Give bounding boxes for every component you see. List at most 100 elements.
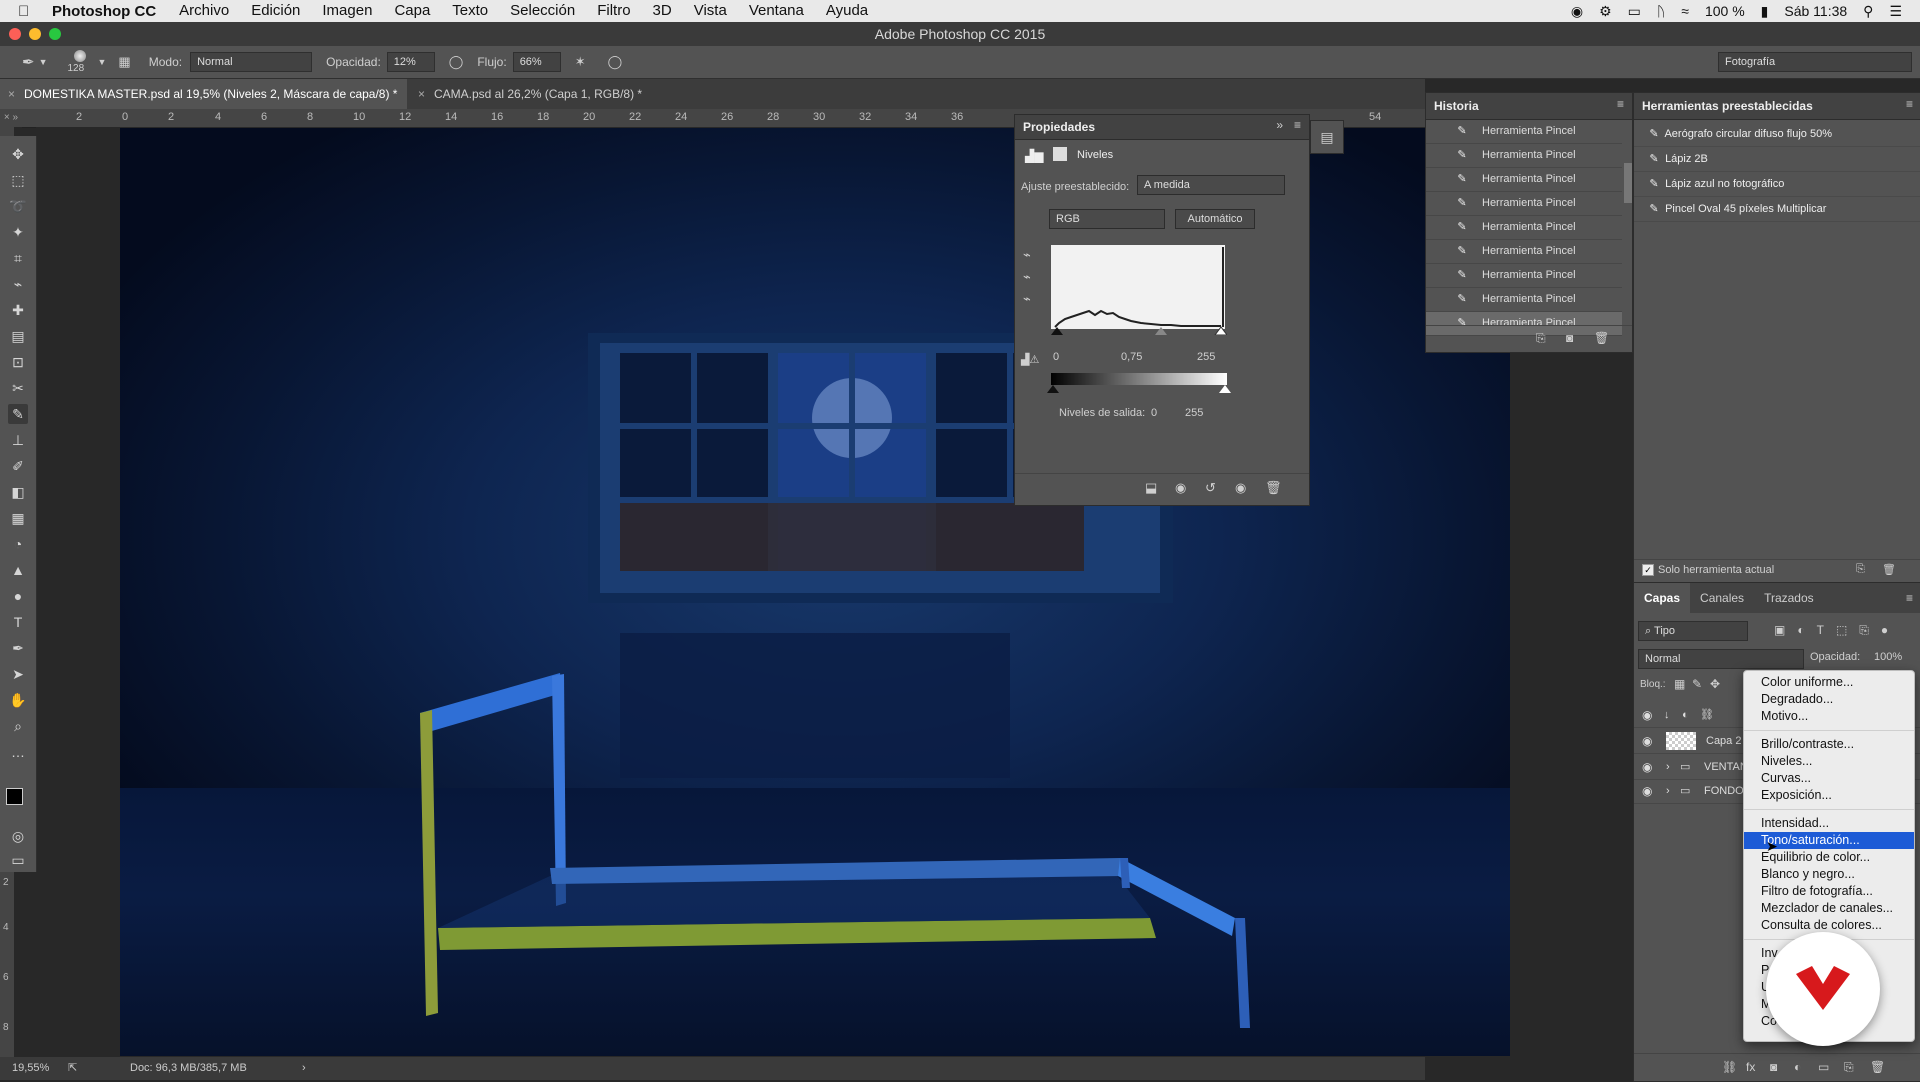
blur-tool-icon[interactable]: ◔ — [8, 534, 28, 554]
eye-icon[interactable]: ◉ — [1642, 729, 1652, 753]
tab-cama[interactable]: × CAMA.psd al 26,2% (Capa 1, RGB/8) * — [410, 79, 652, 109]
menu-capa[interactable]: Capa — [383, 0, 441, 22]
history-item[interactable]: ✎ Herramienta Pincel — [1426, 264, 1622, 288]
menu-item[interactable]: Intensidad... — [1744, 815, 1914, 832]
minimize-window-button[interactable] — [29, 28, 41, 40]
history-item[interactable]: ✎ Herramienta Pincel — [1426, 120, 1622, 144]
trash-icon[interactable]: 🗑 — [1594, 331, 1609, 345]
preset-item[interactable]: ✎ Pincel Oval 45 píxeles Multiplicar — [1634, 197, 1920, 222]
link-icon[interactable]: ⛓ — [1700, 703, 1714, 727]
marquee-tool-icon[interactable]: ⬚ — [8, 170, 28, 190]
new-adjustment-icon[interactable]: ◐ — [1794, 1060, 1801, 1074]
eye-icon[interactable]: ◉ — [1642, 755, 1652, 779]
bluetooth-icon[interactable]: ᚢ — [1657, 3, 1665, 19]
trash-icon[interactable]: 🗑 — [1870, 1060, 1885, 1074]
add-mask-icon[interactable]: ◙ — [1770, 1060, 1777, 1074]
history-item[interactable]: ✎ Herramienta Pincel — [1426, 216, 1622, 240]
menu-item[interactable]: Degradado... — [1744, 691, 1914, 708]
chevron-right-icon[interactable]: › — [1666, 755, 1670, 779]
opacity-field[interactable]: 12% — [386, 52, 435, 72]
foreground-color-swatch[interactable] — [6, 788, 23, 805]
spotlight-icon[interactable]: ⚲ — [1863, 3, 1873, 20]
lasso-tool-icon[interactable]: ➰ — [8, 196, 28, 216]
menu-item[interactable]: Exposición... — [1744, 787, 1914, 804]
move-tool-icon[interactable]: ✥ — [8, 144, 28, 164]
panel-menu-icon[interactable]: ≡ — [1898, 583, 1920, 613]
menu-ayuda[interactable]: Ayuda — [815, 0, 879, 22]
close-tab-icon[interactable]: × — [418, 79, 425, 109]
scissors-tool-icon[interactable]: ✂ — [8, 378, 28, 398]
smart-filter-icon[interactable]: ⎘ — [1859, 623, 1869, 638]
frame-tool-icon[interactable]: ⊡ — [8, 352, 28, 372]
trash-icon[interactable]: 🗑 — [1265, 480, 1282, 496]
layer-filter-select[interactable]: ⌕ Tipo — [1638, 621, 1748, 641]
menu-filtro[interactable]: Filtro — [586, 0, 641, 22]
clip-warning-icon[interactable]: ▟⚠ — [1021, 353, 1039, 366]
output-black[interactable]: 0 — [1151, 407, 1157, 419]
input-white[interactable]: 255 — [1197, 351, 1215, 363]
view-previous-icon[interactable]: ◉ — [1175, 480, 1186, 496]
patch-tool-icon[interactable]: ▤ — [8, 326, 28, 346]
zoom-tool-icon[interactable]: ⌕ — [8, 716, 28, 736]
input-gamma[interactable]: 0,75 — [1121, 351, 1142, 363]
menu-item[interactable]: Curvas... — [1744, 770, 1914, 787]
tab-domestika-master[interactable]: × DOMESTIKA MASTER.psd al 19,5% (Niveles… — [0, 79, 408, 109]
brush-tool-icon[interactable]: ✎ — [8, 404, 28, 424]
magic-wand-tool-icon[interactable]: ✦ — [8, 222, 28, 242]
hand-tool-icon[interactable]: ✋ — [8, 690, 28, 710]
trash-icon[interactable]: 🗑 — [1882, 563, 1896, 576]
menu-seleccion[interactable]: Selección — [499, 0, 586, 22]
history-item[interactable]: ✎ Herramienta Pincel — [1426, 288, 1622, 312]
sync-icon[interactable]: ⚙ — [1599, 3, 1612, 20]
close-tab-icon[interactable]: × — [8, 79, 15, 109]
menu-item[interactable]: Motivo... — [1744, 708, 1914, 725]
visibility-icon[interactable]: ◉ — [1235, 480, 1246, 496]
panel-menu-icon[interactable]: ≡ — [1906, 97, 1913, 111]
airplay-icon[interactable]: ▭ — [1628, 3, 1641, 20]
menu-item[interactable]: Color uniforme... — [1744, 674, 1914, 691]
collapse-panel-icon[interactable]: » — [1276, 118, 1283, 132]
link-layers-icon[interactable]: ⛓ — [1722, 1060, 1737, 1074]
snapshot-icon[interactable]: ◙ — [1566, 331, 1573, 345]
gradient-tool-icon[interactable]: ▦ — [8, 508, 28, 528]
blend-mode-select[interactable]: Normal — [1638, 649, 1804, 669]
adjustment-filter-icon[interactable]: ◐ — [1797, 623, 1804, 638]
preset-item[interactable]: ✎ Lápiz 2B — [1634, 147, 1920, 172]
lock-transparency-icon[interactable]: ▦ — [1674, 677, 1685, 691]
history-item[interactable]: ✎ Herramienta Pincel — [1426, 192, 1622, 216]
menu-app-name[interactable]: Photoshop CC — [42, 3, 168, 20]
healing-brush-tool-icon[interactable]: ✚ — [8, 300, 28, 320]
tab-paths[interactable]: Trazados — [1754, 583, 1824, 613]
menu-item[interactable]: Blanco y negro... — [1744, 866, 1914, 883]
new-layer-icon[interactable]: ⎘ — [1844, 1060, 1854, 1075]
input-black[interactable]: 0 — [1053, 351, 1059, 363]
apple-icon[interactable]:  — [18, 3, 42, 20]
quick-mask-icon[interactable]: ◎ — [8, 826, 28, 846]
pen-tool-icon[interactable]: ✒ — [8, 638, 28, 658]
eyedropper-tool-icon[interactable]: ⌁ — [8, 274, 28, 294]
channel-select[interactable]: RGB — [1049, 209, 1165, 229]
history-brush-tool-icon[interactable]: ✐ — [8, 456, 28, 476]
flow-field[interactable]: 66% — [512, 52, 561, 72]
eye-icon[interactable]: ◉ — [1642, 703, 1652, 727]
history-item[interactable]: ✎ Herramienta Pincel — [1426, 144, 1622, 168]
crop-tool-icon[interactable]: ⌗ — [8, 248, 28, 268]
menu-texto[interactable]: Texto — [441, 0, 499, 22]
export-icon[interactable]: ⇱ — [68, 1057, 77, 1080]
only-current-checkbox[interactable]: ✓ — [1642, 564, 1654, 576]
new-preset-icon[interactable]: ⎘ — [1856, 563, 1865, 576]
type-filter-icon[interactable]: T — [1817, 623, 1824, 638]
chevron-down-icon[interactable]: ▼ — [98, 57, 107, 67]
history-item[interactable]: ✎ Herramienta Pincel — [1426, 168, 1622, 192]
menu-imagen[interactable]: Imagen — [311, 0, 383, 22]
workspace-select[interactable]: Fotografía — [1718, 52, 1912, 72]
menu-ventana[interactable]: Ventana — [738, 0, 815, 22]
menu-edicion[interactable]: Edición — [240, 0, 311, 22]
pixel-filter-icon[interactable]: ▣ — [1774, 623, 1785, 638]
mask-icon[interactable] — [1053, 147, 1067, 161]
path-selection-tool-icon[interactable]: ➤ — [8, 664, 28, 684]
close-window-button[interactable] — [9, 28, 21, 40]
lock-position-icon[interactable]: ✥ — [1710, 677, 1720, 691]
black-eyedropper-icon[interactable]: ⌁ — [1023, 247, 1031, 263]
airbrush-icon[interactable]: ✶ — [575, 54, 586, 70]
